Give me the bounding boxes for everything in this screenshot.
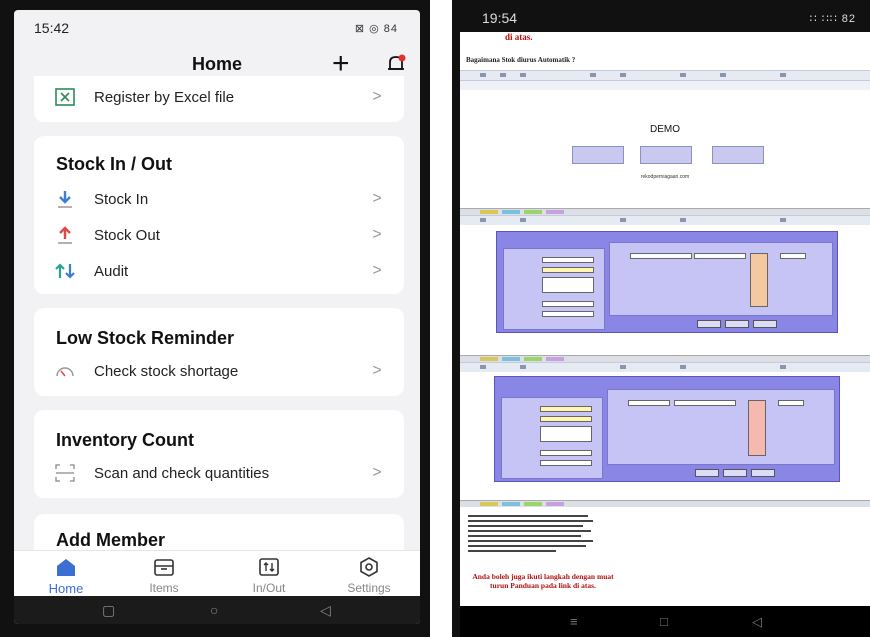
form-button <box>751 469 775 477</box>
tab-home[interactable]: Home <box>26 551 106 597</box>
bottom-red-text: Anda boleh juga ikuti langkah dengan mua… <box>472 572 614 590</box>
recents-icon[interactable]: ▢ <box>102 602 115 619</box>
chevron-right-icon: > <box>372 88 382 105</box>
low-stock-title: Low Stock Reminder <box>56 328 235 348</box>
audit-icon <box>54 260 76 282</box>
page-title: Home <box>191 54 242 74</box>
stock-in-row[interactable]: Stock In > <box>54 184 384 214</box>
chevron-right-icon: > <box>372 190 382 207</box>
demo-title: DEMO <box>650 124 680 135</box>
excel-icon <box>54 86 76 108</box>
inventory-count-title: Inventory Count <box>56 430 194 450</box>
audit-row[interactable]: Audit > <box>54 256 384 286</box>
audit-label: Audit <box>94 262 129 280</box>
site-caption: rekodperniagaan.com <box>640 174 690 180</box>
chevron-right-icon: > <box>372 262 382 279</box>
scan-icon <box>54 462 76 484</box>
inventory-count-card: Inventory Count Scan and check quantitie… <box>34 410 404 498</box>
check-stock-shortage-row[interactable]: Check stock shortage > <box>54 356 384 386</box>
items-box-icon <box>124 555 204 579</box>
form-button <box>697 320 721 328</box>
bottom-tab-bar: Home Items In/Out Settings <box>14 550 420 597</box>
stock-form-window <box>494 376 840 482</box>
demo-menu-button <box>712 146 764 164</box>
stock-out-row[interactable]: Stock Out > <box>54 220 384 250</box>
form-button <box>695 469 719 477</box>
back-icon[interactable]: ◁ <box>752 614 762 630</box>
form-button <box>753 320 777 328</box>
check-stock-shortage-label: Check stock shortage <box>94 362 239 380</box>
document-page: di atas. Bagaimana Stok diurus Automatik… <box>460 32 870 606</box>
demo-menu-button <box>640 146 692 164</box>
stock-card-title: Stock In / Out <box>56 154 173 174</box>
tab-home-label: Home <box>48 581 84 596</box>
add-icon[interactable]: + <box>332 49 350 79</box>
stock-out-icon <box>54 224 76 246</box>
settings-gear-icon <box>329 555 409 579</box>
tab-settings-label: Settings <box>347 581 391 595</box>
form-left-panel <box>501 397 603 479</box>
status-icons: ⊠ ◎ 84 <box>354 22 398 35</box>
home-square-icon[interactable]: □ <box>660 614 668 629</box>
register-label: Register by Excel file <box>94 88 235 106</box>
scan-check-row[interactable]: Scan and check quantities > <box>54 458 384 488</box>
stock-in-label: Stock In <box>94 190 149 208</box>
android-nav-bar: ≡ □ ◁ <box>460 606 870 637</box>
sheet-tabs <box>460 355 870 362</box>
tab-in-out-label: In/Out <box>252 581 286 595</box>
status-bar: 19:54 ∷ ∷∷ 82 <box>460 0 870 36</box>
stock-form-window <box>496 231 838 333</box>
sheet-tabs <box>460 208 870 215</box>
status-time: 19:54 <box>482 10 518 26</box>
left-phone-frame: 15:42 ⊠ ◎ 84 Home + Register by Excel fi… <box>0 0 430 637</box>
stock-in-icon <box>54 188 76 210</box>
form-button <box>723 469 747 477</box>
stock-out-label: Stock Out <box>94 226 160 244</box>
status-bar: 15:42 ⊠ ◎ 84 <box>14 10 420 46</box>
chevron-right-icon: > <box>372 464 382 481</box>
top-red-text: di atas. <box>505 32 533 42</box>
form-button <box>725 320 749 328</box>
in-out-icon <box>229 555 309 579</box>
right-phone-frame: 19:54 ∷ ∷∷ 82 di atas. Bagaimana Stok di… <box>452 0 870 637</box>
android-nav-bar: ▢ ○ ◁ <box>14 596 420 624</box>
explanation-paragraph <box>468 512 593 572</box>
home-icon <box>26 555 106 579</box>
tab-settings[interactable]: Settings <box>329 551 409 597</box>
right-screen: 19:54 ∷ ∷∷ 82 di atas. Bagaimana Stok di… <box>460 0 870 637</box>
register-by-excel-row[interactable]: Register by Excel file > <box>54 82 384 112</box>
back-icon[interactable]: ◁ <box>320 602 331 619</box>
demo-menu-screenshot: DEMO rekodperniagaan.com <box>460 90 870 209</box>
chevron-right-icon: > <box>372 226 382 243</box>
tab-in-out[interactable]: In/Out <box>229 551 309 597</box>
status-time: 15:42 <box>34 20 70 36</box>
low-stock-card: Low Stock Reminder Check stock shortage … <box>34 308 404 396</box>
tab-items-label: Items <box>149 581 179 595</box>
add-member-title: Add Member <box>56 530 166 550</box>
left-screen: 15:42 ⊠ ◎ 84 Home + Register by Excel fi… <box>14 10 420 624</box>
form-items-grid <box>609 242 833 316</box>
form-left-panel <box>503 248 605 330</box>
form-items-grid <box>607 389 835 465</box>
scan-check-label: Scan and check quantities <box>94 464 270 482</box>
sheet-tabs <box>460 500 870 507</box>
home-circle-icon[interactable]: ○ <box>210 602 218 618</box>
gauge-icon <box>54 360 76 382</box>
stock-in-out-card: Stock In / Out Stock In > Stock Out > Au… <box>34 136 404 294</box>
demo-menu-button <box>572 146 624 164</box>
menu-lines-icon[interactable]: ≡ <box>570 614 578 629</box>
tab-items[interactable]: Items <box>124 551 204 597</box>
chevron-right-icon: > <box>372 362 382 379</box>
stock-form-screenshot <box>460 225 870 356</box>
notification-icon[interactable] <box>386 54 406 74</box>
register-card: Register by Excel file > <box>34 76 404 122</box>
question-heading: Bagaimana Stok diurus Automatik ? <box>466 56 576 64</box>
status-icons: ∷ ∷∷ 82 <box>809 12 856 25</box>
stock-form-empty-screenshot <box>460 372 870 501</box>
